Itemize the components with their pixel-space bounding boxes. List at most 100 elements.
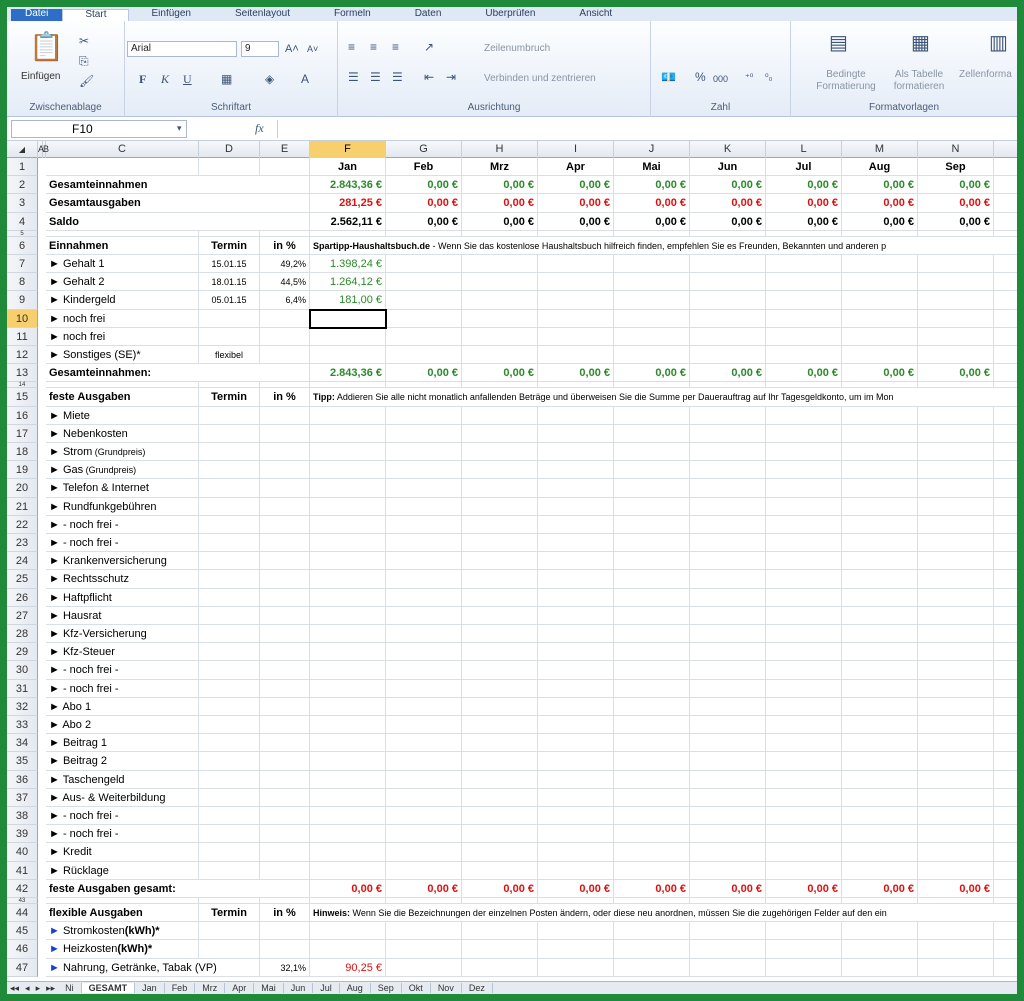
cell-k12[interactable] [690, 346, 766, 365]
cell-g1[interactable]: Feb [386, 158, 462, 177]
cell-h19[interactable] [462, 461, 538, 480]
cell-e17[interactable] [260, 424, 310, 443]
cell-d29[interactable] [199, 643, 260, 662]
cell-styles-button[interactable]: Zellenforma [959, 69, 1012, 80]
cell-f32[interactable] [310, 697, 386, 716]
cell-m46[interactable] [842, 940, 918, 959]
row-header-15[interactable]: 15 [7, 388, 38, 407]
cell-k42[interactable]: 0,00 € [690, 879, 766, 898]
cell-l18[interactable] [766, 443, 842, 462]
cell-e26[interactable] [260, 588, 310, 607]
cell-m3[interactable]: 0,00 € [842, 194, 918, 213]
cell-o7[interactable] [994, 255, 1017, 274]
cell-n34[interactable] [918, 734, 994, 753]
cell-h18[interactable] [462, 443, 538, 462]
cell-o11[interactable] [994, 328, 1017, 346]
cell-l25[interactable] [766, 570, 842, 589]
cell-m27[interactable] [842, 606, 918, 625]
cell-i32[interactable] [538, 697, 614, 716]
cell-c27[interactable]: ► Hausrat [46, 606, 199, 625]
cell-c20[interactable]: ► Telefon & Internet [46, 479, 199, 498]
cell-n18[interactable] [918, 443, 994, 462]
sheet-tab-3[interactable]: Feb [165, 983, 196, 993]
cell-h32[interactable] [462, 697, 538, 716]
cell-k33[interactable] [690, 716, 766, 735]
cell-g4[interactable]: 0,00 € [386, 212, 462, 231]
cell-g40[interactable] [386, 843, 462, 862]
cell-k10[interactable] [690, 309, 766, 328]
align-top-icon[interactable]: ≡ [348, 41, 355, 53]
cell-d8[interactable]: 18.01.15 [199, 273, 260, 292]
cell-c21[interactable]: ► Rundfunkgebühren [46, 497, 199, 516]
shrink-font-icon[interactable]: A˅ [307, 43, 318, 55]
cell-k36[interactable] [690, 770, 766, 789]
cell-e25[interactable] [260, 570, 310, 589]
cell-c6[interactable]: Einnahmen [46, 236, 199, 255]
cell-i18[interactable] [538, 443, 614, 462]
cell-g30[interactable] [386, 661, 462, 680]
cell-d11[interactable] [199, 327, 260, 346]
cell-j16[interactable] [614, 406, 690, 425]
cell-c32[interactable]: ► Abo 1 [46, 697, 199, 716]
cell-d37[interactable] [199, 788, 260, 807]
cell-m24[interactable] [842, 552, 918, 571]
cell-o35[interactable] [994, 752, 1017, 771]
cell-j26[interactable] [614, 588, 690, 607]
cell-c26[interactable]: ► Haftpflicht [46, 588, 199, 607]
row-header-26[interactable]: 26 [7, 588, 38, 607]
cell-d7[interactable]: 15.01.15 [199, 255, 260, 274]
cell-o13[interactable] [994, 364, 1017, 383]
cell-h42[interactable]: 0,00 € [462, 879, 538, 898]
cell-f11[interactable] [310, 327, 386, 346]
cell-c36[interactable]: ► Taschengeld [46, 770, 199, 789]
cell-e23[interactable] [260, 534, 310, 553]
row-header-36[interactable]: 36 [7, 770, 38, 789]
copy-icon[interactable]: ⎘ [79, 55, 89, 67]
cell-i9[interactable] [538, 291, 614, 310]
cell-e44[interactable]: in % [260, 904, 310, 923]
cell-h13[interactable]: 0,00 € [462, 364, 538, 383]
cell-l33[interactable] [766, 716, 842, 735]
cell-g10[interactable] [386, 309, 462, 328]
increase-decimal-icon[interactable]: ⁺⁰ [745, 71, 753, 83]
cell-j34[interactable] [614, 734, 690, 753]
cell-n37[interactable] [918, 788, 994, 807]
cell-e7[interactable]: 49,2% [260, 255, 310, 274]
cell-i40[interactable] [538, 843, 614, 862]
sheet-tab-10[interactable]: Sep [371, 983, 402, 993]
cell-n3[interactable]: 0,00 € [918, 194, 994, 213]
cell-j36[interactable] [614, 770, 690, 789]
cell-o46[interactable] [994, 940, 1017, 959]
cell-k8[interactable] [690, 273, 766, 292]
cell-c40[interactable]: ► Kredit [46, 843, 199, 862]
cell-j28[interactable] [614, 625, 690, 644]
cell-n23[interactable] [918, 534, 994, 553]
cell-k2[interactable]: 0,00 € [690, 176, 766, 195]
cell-n11[interactable] [918, 327, 994, 346]
cell-g35[interactable] [386, 752, 462, 771]
cell-g29[interactable] [386, 643, 462, 662]
cell-n7[interactable] [918, 255, 994, 274]
cell-h31[interactable] [462, 679, 538, 698]
cell-o36[interactable] [994, 771, 1017, 789]
cell-d16[interactable] [199, 406, 260, 425]
cell-f47[interactable]: 90,25 € [310, 958, 386, 977]
cell-j37[interactable] [614, 788, 690, 807]
cell-d1[interactable] [199, 158, 260, 177]
row-header-23[interactable]: 23 [7, 534, 38, 553]
cell-c4[interactable]: Saldo [46, 212, 310, 231]
cell-l37[interactable] [766, 788, 842, 807]
cell-c23[interactable]: ► - noch frei - [46, 534, 199, 553]
cell-m18[interactable] [842, 443, 918, 462]
cell-l27[interactable] [766, 606, 842, 625]
cell-g19[interactable] [386, 461, 462, 480]
cell-o32[interactable] [994, 698, 1017, 716]
cell-d15[interactable]: Termin [199, 388, 260, 407]
cell-o41[interactable] [994, 862, 1017, 880]
cell-i36[interactable] [538, 770, 614, 789]
name-box-dropdown-icon[interactable]: ▾ [177, 122, 182, 134]
cell-n32[interactable] [918, 697, 994, 716]
cell-c19[interactable]: ► Gas (Grundpreis) [46, 461, 199, 480]
wrap-text-button[interactable]: Zeilenumbruch [484, 43, 550, 54]
cell-k16[interactable] [690, 406, 766, 425]
